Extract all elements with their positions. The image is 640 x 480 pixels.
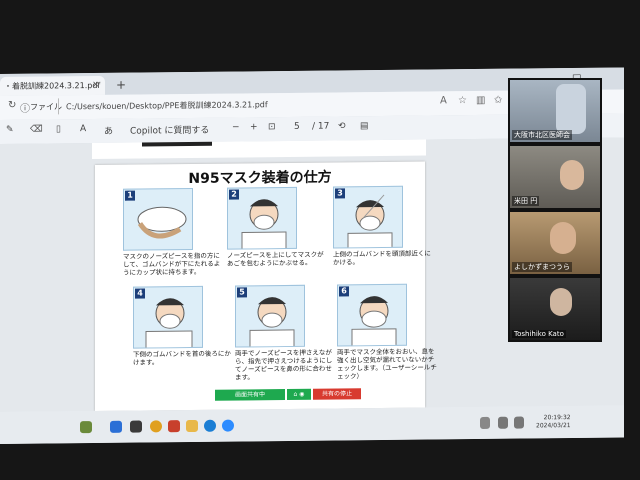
participant-video [556, 84, 586, 134]
two-page-icon[interactable]: ▤ [360, 121, 369, 131]
participant-video [560, 160, 584, 190]
participant-tile-4[interactable]: Toshihiko Kato [510, 278, 600, 340]
split-screen-icon[interactable]: ▥ [476, 95, 485, 106]
edge-icon[interactable] [204, 419, 216, 432]
favorites-icon[interactable]: ✩ [494, 95, 502, 106]
step-3-text: 上側のゴムバンドを頭頂部近くにかける。 [333, 249, 431, 267]
step-6: 6 両手でマスク全体をおおい、息を強く出し空気が漏れていないかチェックします。（… [337, 283, 437, 380]
step-4-text: 下側のゴムバンドを首の後ろにかけます。 [133, 349, 231, 367]
page-total: / 17 [312, 121, 330, 132]
fit-page-icon[interactable]: ⊡ [268, 122, 276, 132]
participant-name: よしかずまつうら [512, 262, 572, 272]
step-2-text: ノーズピースを上にしてマスクがあごを包むようにかぶせる。 [227, 250, 324, 268]
step-number: 2 [229, 189, 239, 200]
taskbar-clock[interactable]: 20:19:32 2024/03/21 [536, 414, 571, 430]
step-5-text: 両手でノーズピースを押さえながら、指先で押さえつけるようにしてノーズピースを鼻の… [235, 348, 333, 382]
zoom-in-button[interactable]: + [250, 122, 258, 132]
step-number: 4 [135, 288, 145, 299]
participant-tile-1[interactable]: 大阪市北区医師会 [510, 80, 600, 142]
stop-sharing-button[interactable]: 共有の停止 [313, 388, 361, 400]
participant-video [550, 222, 576, 254]
draw-icon[interactable]: ✎ [6, 125, 14, 135]
favorite-star-icon[interactable]: ☆ [458, 95, 467, 106]
step-1-text: マスクのノーズピースを指の方にして、ゴムバンドが下にたれるようにカップ状に持ちま… [123, 251, 221, 277]
powerpoint-icon[interactable] [168, 420, 180, 433]
wifi-icon[interactable] [498, 416, 508, 429]
clock-date: 2024/03/21 [536, 422, 571, 430]
participant-name: Toshihiko Kato [512, 330, 566, 338]
step-number: 3 [335, 188, 345, 199]
chrome-icon[interactable] [150, 420, 162, 433]
step-4-illustration: 4 [133, 285, 203, 349]
share-options-button[interactable]: ⌂ ◉ [287, 388, 311, 400]
info-icon[interactable]: ⓘ [20, 100, 30, 115]
address-divider [58, 98, 59, 115]
participant-name: 米田 円 [512, 196, 540, 206]
step-number: 5 [237, 287, 247, 298]
zoom-out-button[interactable]: − [232, 122, 240, 132]
translate-icon[interactable]: あ [104, 124, 113, 137]
participant-tile-2[interactable]: 米田 円 [510, 146, 600, 208]
text-size-icon[interactable]: A [80, 124, 86, 134]
participant-video [550, 288, 572, 316]
windows-taskbar: 20:19:32 2024/03/21 [0, 405, 624, 444]
step-6-text: 両手でマスク全体をおおい、息を強く出し空気が漏れていないかチェックします。（ユー… [337, 347, 437, 381]
step-number: 6 [339, 286, 349, 297]
participant-name: 大阪市北区医師会 [512, 130, 572, 140]
tray-chevron-icon[interactable] [480, 416, 490, 429]
tab-close-icon[interactable]: × [92, 76, 100, 95]
browser-tab[interactable]: ・着脱訓練2024.3.21.pdf [0, 75, 105, 96]
participant-tile-3[interactable]: よしかずまつうら [510, 212, 600, 274]
start-icon[interactable] [110, 420, 122, 433]
step-5: 5 両手でノーズピースを押さえながら、指先で押さえつけるようにしてノーズピースを… [235, 284, 335, 382]
screen-sharing-indicator[interactable]: 画面共有中 [215, 389, 285, 401]
read-aloud-icon[interactable]: A [440, 95, 447, 106]
step-1-illustration: 1 [123, 187, 193, 251]
previous-page-mark [142, 141, 212, 147]
step-6-illustration: 6 [337, 283, 407, 347]
widgets-icon[interactable] [80, 421, 92, 434]
eraser-icon[interactable]: ⌫ [30, 125, 43, 135]
copilot-button[interactable]: Copilot に質問する [130, 123, 209, 137]
previous-page-bottom [92, 139, 426, 160]
page-view-icon[interactable]: ▯ [56, 124, 61, 134]
pdf-page: N95マスク装着の仕方 1 マスクのノーズピースを指の方にして、ゴムバンドが下に… [95, 161, 437, 412]
video-gallery: 大阪市北区医師会 米田 円 よしかずまつうら Toshihiko Kato [508, 78, 602, 342]
page-number-input[interactable]: 5 [294, 122, 300, 132]
new-tab-button[interactable]: + [116, 76, 126, 95]
file-explorer-icon[interactable] [186, 419, 198, 433]
volume-icon[interactable] [514, 416, 524, 429]
address-url-input[interactable]: C:/Users/kouen/Desktop/PPE着脱訓練2024.3.21.… [66, 99, 268, 112]
step-4: 4 下側のゴムバンドを首の後ろにかけます。 [133, 285, 233, 367]
step-3-illustration: 3 [333, 185, 403, 249]
refresh-icon[interactable]: ↻ [8, 100, 16, 111]
task-view-icon[interactable] [130, 420, 142, 433]
step-5-illustration: 5 [235, 284, 305, 348]
zoom-app-icon[interactable] [222, 419, 234, 432]
rotate-icon[interactable]: ⟲ [338, 121, 346, 131]
tab-title: ・着脱訓練2024.3.21.pdf [4, 80, 101, 91]
step-number: 1 [125, 190, 135, 201]
step-2-illustration: 2 [227, 186, 297, 250]
